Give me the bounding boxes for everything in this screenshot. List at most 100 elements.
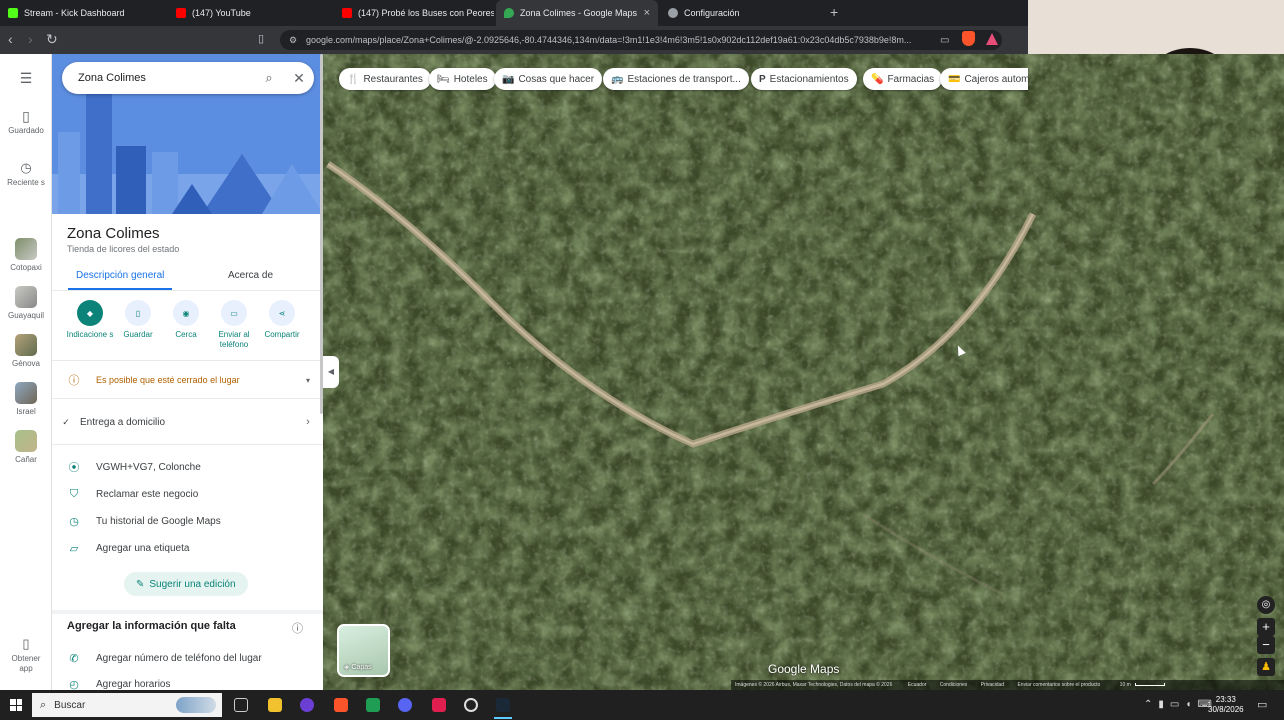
close-tab-icon[interactable]: × <box>644 7 650 19</box>
rail-item-saved[interactable]: ▯ Guardado <box>0 108 52 135</box>
rail-item-recents[interactable]: ◷ Reciente s <box>0 160 52 188</box>
taskbar-search[interactable]: ⌕ Buscar <box>32 693 222 717</box>
brave-shield-icon[interactable] <box>962 31 975 46</box>
app-icon[interactable] <box>432 698 446 712</box>
satellite-map[interactable]: 🍴 Restaurantes 🛏 Hoteles 📷 Cosas que hacer … <box>323 54 1284 690</box>
chip-restaurants[interactable]: 🍴 Restaurantes <box>339 68 431 90</box>
chip-pharmacies[interactable]: 💊 Farmacias <box>863 68 943 90</box>
info-row-history[interactable]: ◷ Tu historial de Google Maps <box>52 511 323 531</box>
back-icon[interactable]: ‹ <box>8 32 13 46</box>
clock[interactable]: 23:33 30/8/2026 <box>1208 695 1244 715</box>
tab-settings[interactable]: Configuración <box>660 0 820 26</box>
place-thumbnail <box>15 334 37 356</box>
app-icon[interactable] <box>300 698 314 712</box>
collapse-panel-button[interactable]: ◀ <box>323 356 339 388</box>
bookmark-page-icon[interactable]: ▯ <box>258 32 264 46</box>
close-icon[interactable]: ✕ <box>284 70 314 87</box>
pegman-icon[interactable]: ♟ <box>1257 658 1275 676</box>
place-hero-image: Zona Colimes ⌕ ✕ <box>52 54 323 214</box>
discord-icon[interactable] <box>398 698 412 712</box>
site-info-icon[interactable]: ⚙ <box>289 30 297 50</box>
info-row-text: Agregar una etiqueta <box>96 542 190 554</box>
obs-icon[interactable] <box>464 698 478 712</box>
chip-atms[interactable]: 💳 Cajeros automa <box>940 68 1028 90</box>
bookmark-icon: ▯ <box>125 300 151 326</box>
info-row-add-label[interactable]: ▱ Agregar una etiqueta <box>52 538 323 558</box>
info-row-claim-business[interactable]: ⛉ Reclamar este negocio <box>52 484 323 504</box>
rail-item-canar[interactable]: Cañar <box>0 430 52 464</box>
zoom-in-button[interactable]: + <box>1257 618 1275 636</box>
app-icon[interactable] <box>366 698 380 712</box>
layers-label: Capas <box>351 663 372 671</box>
rail-item-guayaquil[interactable]: Guayaquil <box>0 286 52 320</box>
chip-hotels[interactable]: 🛏 Hoteles <box>429 68 496 90</box>
tab-kick[interactable]: Stream - Kick Dashboard <box>0 0 165 26</box>
nearby-icon: ◉ <box>173 300 199 326</box>
tab-youtube[interactable]: (147) YouTube <box>168 0 333 26</box>
directions-button[interactable]: ◆ Indicacione s <box>63 300 117 340</box>
zoom-out-button[interactable]: − <box>1257 636 1275 654</box>
footer-link-privacy[interactable]: Privacidad <box>981 682 1004 688</box>
footer-link-feedback[interactable]: Enviar comentarios sobre el producto <box>1017 682 1100 688</box>
windows-start-icon[interactable] <box>10 699 22 711</box>
menu-button[interactable]: ☰ <box>0 70 52 87</box>
attribution-text: Imágenes © 2026 Airbus, Maxar Technologi… <box>735 682 893 688</box>
chip-things-to-do[interactable]: 📷 Cosas que hacer <box>494 68 603 90</box>
rail-item-cotopaxi[interactable]: Cotopaxi <box>0 238 52 272</box>
action-label: Guardar <box>123 330 153 339</box>
search-box[interactable]: Zona Colimes ⌕ ✕ <box>62 62 314 94</box>
cast-icon[interactable]: ▭ <box>940 34 949 48</box>
footer-link-region[interactable]: Ecuador <box>908 682 927 688</box>
layers-button[interactable]: ◈ Capas <box>337 624 390 677</box>
system-tray-icons[interactable]: ⌃▮▭◖⌨ <box>1144 699 1218 710</box>
save-button[interactable]: ▯ Guardar <box>111 300 165 339</box>
parking-icon: P <box>759 73 766 85</box>
rail-item-israel[interactable]: Israel <box>0 382 52 416</box>
delivery-row[interactable]: ✓ Entrega a domicilio › <box>52 412 323 432</box>
label-icon: ▱ <box>69 542 79 555</box>
search-input[interactable]: Zona Colimes <box>62 72 254 84</box>
nearby-button[interactable]: ◉ Cerca <box>159 300 213 339</box>
share-button[interactable]: ⋖ Compartir <box>255 300 309 339</box>
layers-label-wrap: ◈ Capas <box>344 663 372 672</box>
suggest-edit-label: Sugerir una edición <box>149 578 236 590</box>
tab-overview[interactable]: Descripción general <box>76 270 164 281</box>
file-explorer-icon[interactable] <box>268 698 282 712</box>
closed-notice[interactable]: ⓘ Es posible que esté cerrado el lugar ▾ <box>52 370 323 390</box>
notification-icon[interactable]: ▭ <box>1257 698 1267 711</box>
my-location-button[interactable]: ◎ <box>1257 596 1275 614</box>
task-view-icon[interactable] <box>234 698 248 712</box>
steam-icon[interactable] <box>496 698 510 712</box>
forward-icon[interactable]: › <box>28 32 33 46</box>
get-app-button[interactable]: ▯ Obtener app <box>0 636 52 674</box>
tab-about[interactable]: Acerca de <box>228 270 273 281</box>
help-icon[interactable]: ⓘ <box>292 620 303 636</box>
search-icon[interactable]: ⌕ <box>254 70 284 86</box>
add-phone-row[interactable]: ✆ Agregar número de teléfono del lugar <box>52 648 323 668</box>
rail-label: Cañar <box>15 455 37 464</box>
new-tab-button[interactable]: + <box>830 4 838 20</box>
google-maps-logo: Google Maps <box>768 662 840 676</box>
footer-link-terms[interactable]: Condiciones <box>940 682 968 688</box>
tab-youtube-video[interactable]: (147) Probé los Buses con Peores Re... <box>334 0 494 26</box>
tab-google-maps[interactable]: Zona Colimes - Google Maps × <box>496 0 658 26</box>
url-text: google.com/maps/place/Zona+Colimes/@-2.0… <box>306 35 912 45</box>
panel-scrollbar[interactable] <box>320 54 323 414</box>
shield-check-icon: ⛉ <box>69 487 79 500</box>
chip-transit[interactable]: 🚌 Estaciones de transport... <box>603 68 749 90</box>
youtube-icon <box>342 8 352 18</box>
chip-parking[interactable]: P Estacionamientos <box>751 68 857 90</box>
brave-browser-icon[interactable] <box>334 698 348 712</box>
brave-rewards-icon[interactable] <box>986 33 998 45</box>
suggest-edit-button[interactable]: ✎ Sugerir una edición <box>124 572 248 596</box>
info-row-plus-code[interactable]: ⦿ VGWH+VG7, Colonche <box>52 457 323 477</box>
url-bar[interactable]: ⚙ google.com/maps/place/Zona+Colimes/@-2… <box>280 30 1002 50</box>
add-hours-row[interactable]: ◴ Agregar horarios <box>52 674 323 691</box>
place-category[interactable]: Tienda de licores del estado <box>67 244 179 254</box>
send-to-phone-button[interactable]: ▭ Enviar al teléfono <box>207 300 261 350</box>
action-label: Indicacione s <box>66 330 114 339</box>
closed-notice-text: Es posible que esté cerrado el lugar <box>96 375 240 385</box>
reload-icon[interactable]: ↻ <box>46 32 58 46</box>
rail-item-genova[interactable]: Génova <box>0 334 52 368</box>
missing-row-text: Agregar horarios <box>96 678 171 690</box>
